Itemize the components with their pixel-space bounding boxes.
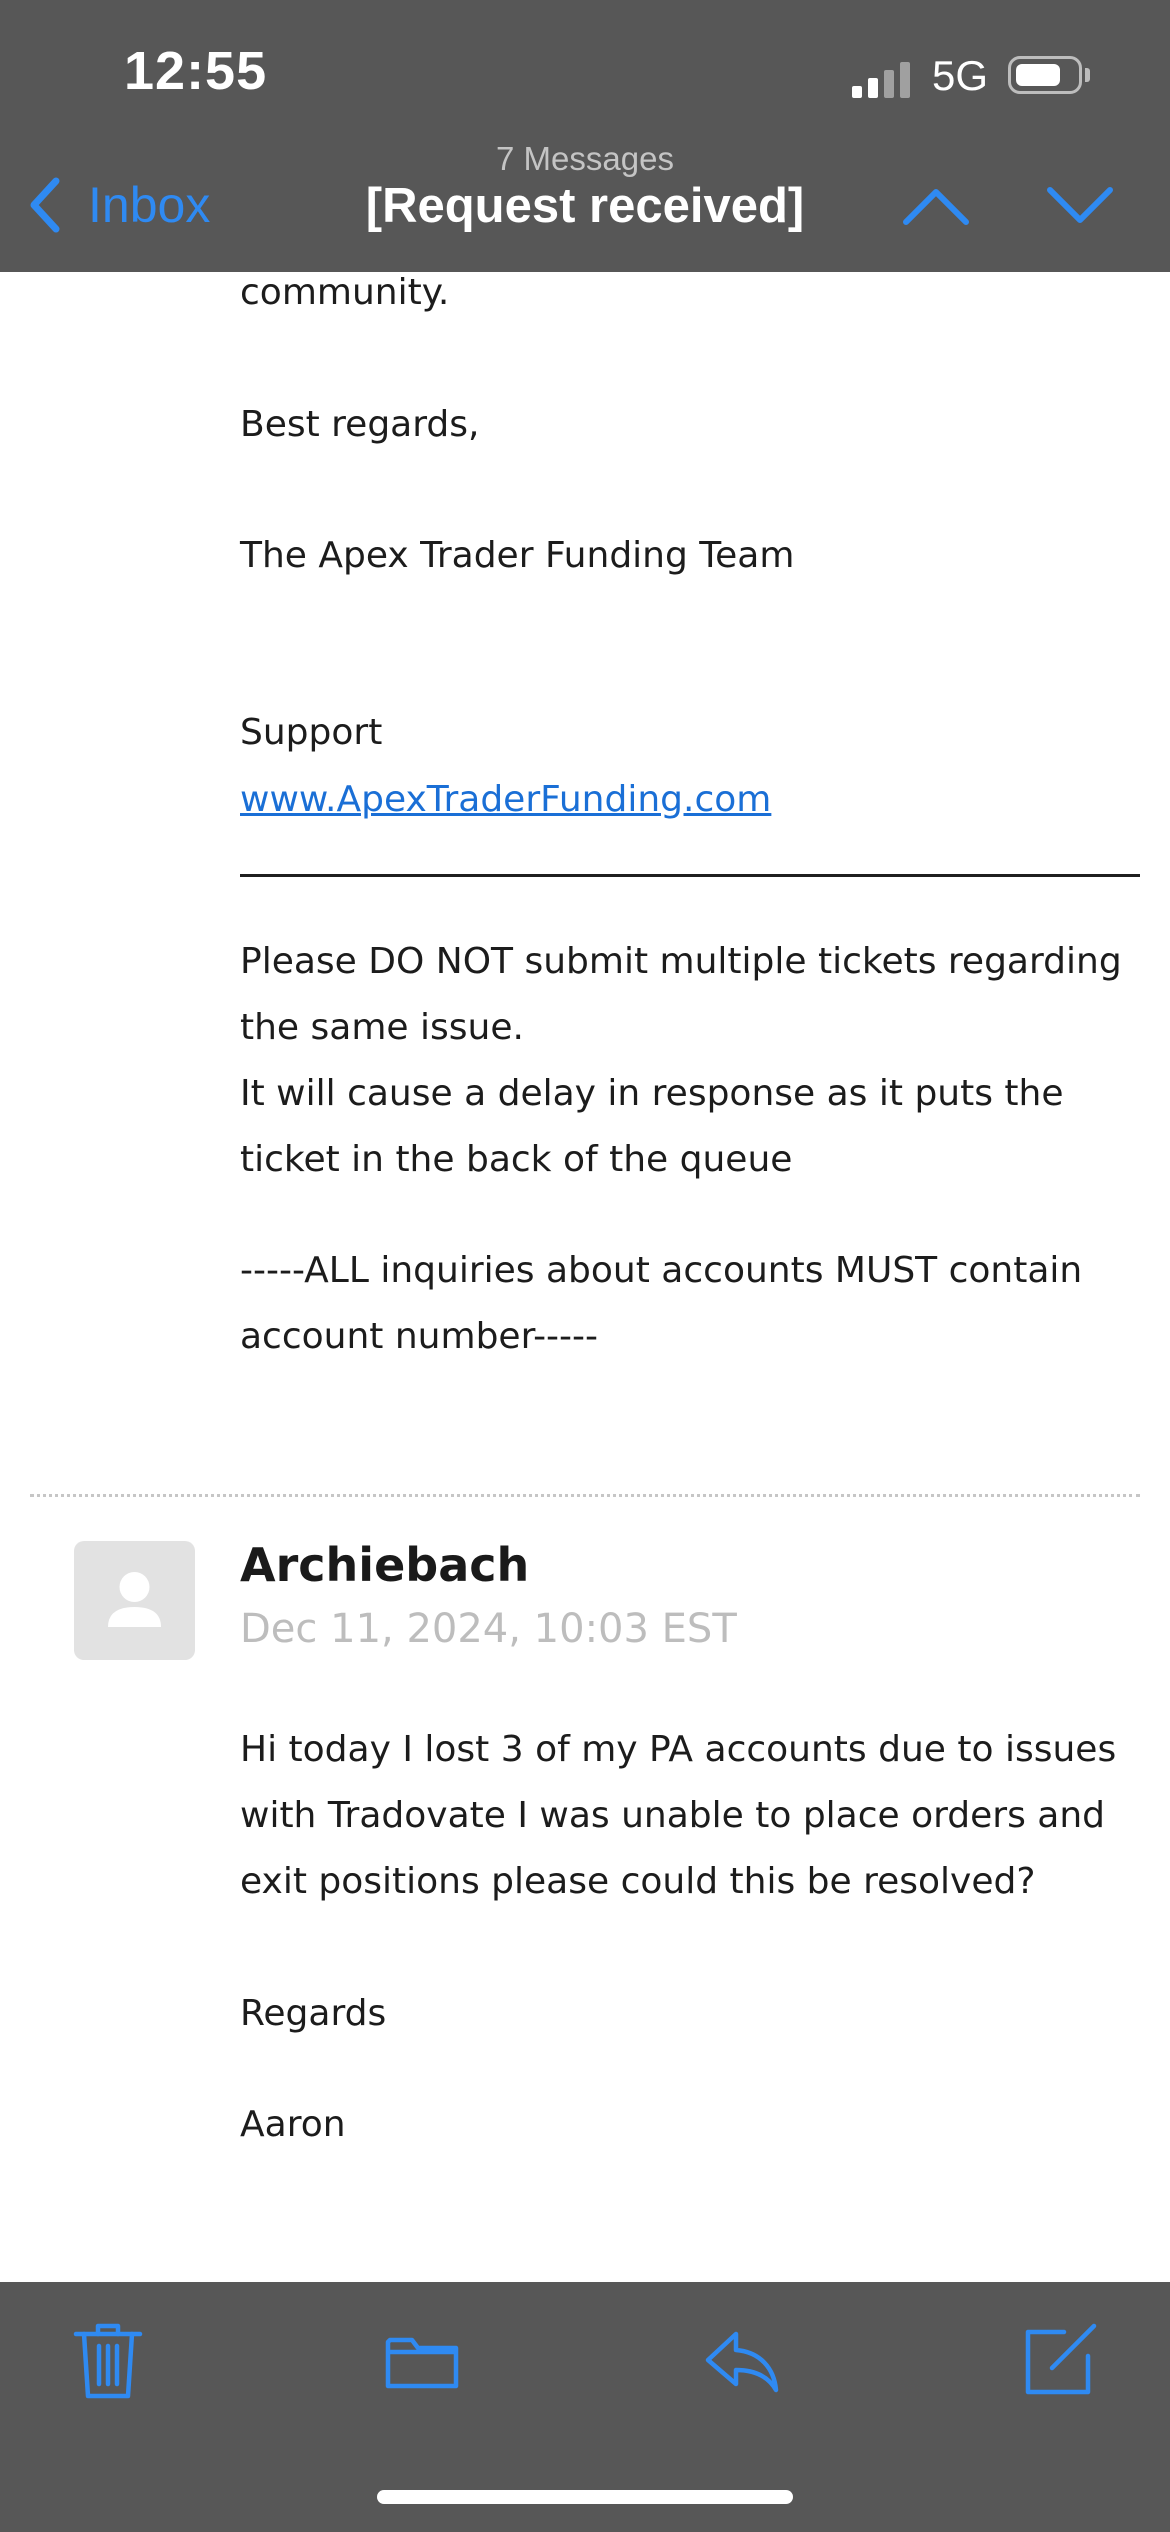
message-line: Hi today I lost 3 of my PA accounts due … xyxy=(240,1729,1117,1770)
divider-line xyxy=(240,874,1140,877)
message-count: 7 Messages xyxy=(496,140,674,177)
network-type: 5G xyxy=(932,52,989,99)
message-line: Regards xyxy=(240,1993,387,2034)
body-line: Support xyxy=(240,712,383,753)
sender-name[interactable]: Archiebach xyxy=(240,1538,529,1592)
compose-icon[interactable] xyxy=(1020,2320,1100,2400)
notice-line: -----ALL inquiries about accounts MUST c… xyxy=(240,1250,1083,1291)
message-line: with Tradovate I was unable to place ord… xyxy=(240,1795,1106,1836)
signal-icon xyxy=(852,58,918,98)
notice-line: the same issue. xyxy=(240,1007,524,1048)
previous-message-icon[interactable] xyxy=(900,180,972,230)
avatar[interactable] xyxy=(74,1541,195,1660)
notice-line: It will cause a delay in response as it … xyxy=(240,1073,1064,1114)
home-indicator[interactable] xyxy=(377,2490,793,2504)
notice-line: ticket in the back of the queue xyxy=(240,1139,793,1180)
message-line: Aaron xyxy=(240,2104,346,2145)
support-link[interactable]: www.ApexTraderFunding.com xyxy=(240,767,771,833)
battery-icon xyxy=(1008,56,1082,94)
status-time: 12:55 xyxy=(124,41,268,101)
next-message-icon[interactable] xyxy=(1044,180,1116,230)
body-line: community. xyxy=(240,272,450,313)
reply-icon[interactable] xyxy=(702,2320,782,2400)
notice-line: account number----- xyxy=(240,1316,599,1357)
thread-subject: [Request received] xyxy=(365,179,805,233)
body-line: The Apex Trader Funding Team xyxy=(240,535,795,576)
person-icon xyxy=(108,1572,161,1627)
notice-line: Please DO NOT submit multiple tickets re… xyxy=(240,941,1122,982)
message-date: Dec 11, 2024, 10:03 EST xyxy=(240,1606,737,1652)
message-separator xyxy=(30,1494,1140,1497)
message-line: exit positions please could this be reso… xyxy=(240,1861,1036,1902)
battery-cap xyxy=(1085,68,1090,82)
body-line: Best regards, xyxy=(240,404,480,445)
folder-icon[interactable] xyxy=(382,2320,462,2400)
trash-icon[interactable] xyxy=(68,2320,148,2400)
